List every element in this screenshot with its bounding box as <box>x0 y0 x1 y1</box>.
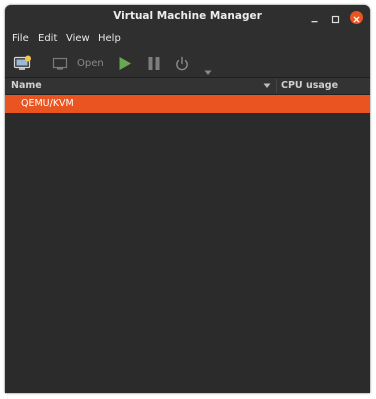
maximize-icon <box>331 15 340 24</box>
open-console-button[interactable] <box>52 56 70 75</box>
menu-edit[interactable]: Edit <box>38 33 57 44</box>
monitor-icon <box>52 57 68 70</box>
play-icon <box>119 57 131 70</box>
app-window: Virtual Machine Manager File Edit View H… <box>5 5 370 393</box>
pause-icon <box>148 57 160 70</box>
column-name-header[interactable]: Name <box>11 80 42 91</box>
new-vm-icon <box>13 55 31 70</box>
minimize-icon <box>311 21 318 23</box>
menu-view[interactable]: View <box>66 33 90 44</box>
menu-bar: File Edit View Help <box>5 30 370 50</box>
maximize-button[interactable] <box>329 11 342 24</box>
toolbar: Open <box>5 50 370 78</box>
menu-help[interactable]: Help <box>98 33 121 44</box>
power-icon <box>176 56 188 71</box>
close-button[interactable] <box>350 11 363 24</box>
title-bar[interactable]: Virtual Machine Manager <box>5 5 370 30</box>
connection-list: QEMU/KVM <box>5 95 370 393</box>
column-separator[interactable] <box>276 79 277 93</box>
open-label[interactable]: Open <box>77 58 104 69</box>
connection-name: QEMU/KVM <box>21 98 74 109</box>
close-icon <box>353 16 360 23</box>
dropdown-arrow-icon <box>204 70 212 75</box>
minimize-button[interactable] <box>308 11 321 24</box>
shutdown-button[interactable] <box>174 56 190 76</box>
list-header: Name CPU usage <box>5 78 370 95</box>
new-vm-button[interactable] <box>13 55 33 76</box>
menu-file[interactable]: File <box>12 33 29 44</box>
connection-row-qemu-kvm[interactable]: QEMU/KVM <box>5 95 370 113</box>
run-button[interactable] <box>118 56 132 75</box>
sort-arrow-icon[interactable] <box>263 83 271 89</box>
pause-button[interactable] <box>147 56 161 75</box>
column-cpu-header[interactable]: CPU usage <box>281 80 338 91</box>
